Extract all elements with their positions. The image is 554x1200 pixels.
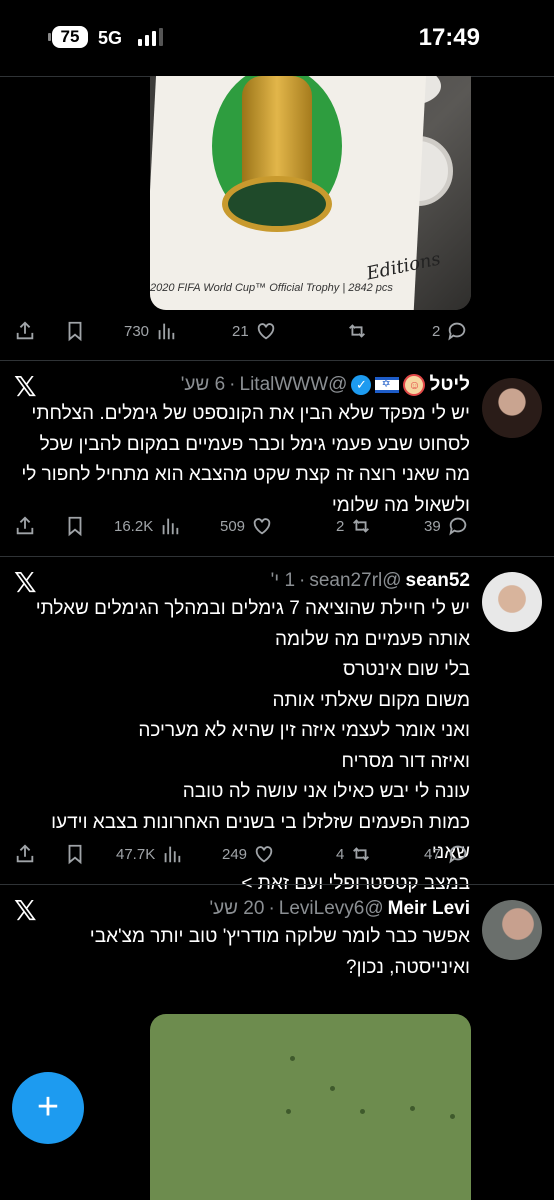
- verified-badge-icon: ✓: [351, 375, 372, 395]
- bookmark-icon: [68, 516, 82, 537]
- author-name[interactable]: Meir Levi: [388, 898, 470, 920]
- retweet-icon: [349, 324, 365, 338]
- author-handle[interactable]: @LeviLevy6: [279, 898, 384, 920]
- replies-count: 39: [424, 517, 441, 535]
- tweet-line: אותה פעמיים מה שלומה: [274, 628, 470, 650]
- status-bar: 75 5G 17:49: [0, 0, 554, 76]
- bookmark-button[interactable]: [64, 320, 86, 342]
- tweet-line: מה שאני רוצה זה קצת שקט מהצבא הוא מתחיל …: [21, 464, 470, 485]
- separator-dot: ·: [299, 570, 306, 591]
- tweet-actions: 730 21 2: [14, 320, 474, 346]
- author-name[interactable]: ליטל: [429, 374, 470, 396]
- reply-button[interactable]: 39: [424, 515, 469, 537]
- retweet-button[interactable]: 2: [336, 515, 372, 537]
- likes-count: 249: [222, 845, 248, 863]
- replies-count: 47: [424, 845, 441, 863]
- tweet-line: ואיזה דור מסריח: [341, 750, 470, 772]
- views-count: 16.2K: [114, 517, 154, 535]
- tweet-actions: 16.2K 509 2 39: [14, 515, 474, 541]
- heart-icon: [253, 518, 271, 535]
- replies-count: 2: [432, 322, 441, 340]
- tweet-header: Meir Levi @LeviLevy6 · 20 שע': [209, 898, 470, 920]
- clown-emoji-icon: ☺: [403, 374, 426, 396]
- avatar[interactable]: [482, 900, 542, 960]
- bookmark-icon: [68, 844, 82, 865]
- signal-icon: [138, 28, 163, 46]
- share-icon: [16, 844, 34, 863]
- network-label: 5G: [98, 28, 123, 48]
- avatar[interactable]: [482, 572, 542, 632]
- retweet-icon: [353, 519, 370, 533]
- tweet-line: יש לי חיילת שהוציאה 7 גימלים ובמהלך הגימ…: [35, 598, 470, 619]
- bookmark-button[interactable]: [64, 515, 86, 537]
- views-icon: [162, 518, 179, 535]
- views-button[interactable]: 47.7K: [116, 843, 183, 865]
- battery-indicator: 75: [48, 26, 88, 48]
- heart-icon: [257, 323, 274, 340]
- tweet-time[interactable]: 6 שע': [181, 374, 225, 396]
- like-button[interactable]: 249: [222, 843, 275, 865]
- compose-button[interactable]: +: [12, 1072, 84, 1144]
- share-icon: [16, 516, 34, 535]
- views-count: 47.7K: [116, 845, 156, 863]
- retweet-button[interactable]: [340, 320, 368, 342]
- retweets-count: 4: [336, 845, 345, 863]
- tweet-line: אפשר כבר לומר שלוקה מודריץ' טוב יותר מצ'…: [89, 926, 470, 947]
- reply-icon: [448, 322, 466, 341]
- tweet-time[interactable]: 20 שע': [209, 898, 264, 920]
- like-button[interactable]: 509: [220, 515, 273, 537]
- tweet-header: sean52 @sean27rl · 1 י': [271, 570, 470, 592]
- bookmark-icon: [68, 321, 82, 342]
- views-icon: [158, 323, 175, 340]
- tweet-line: ואינייסטה, נכון?: [346, 956, 470, 978]
- retweet-button[interactable]: 4: [336, 843, 372, 865]
- tweet-line: יש לי מפקד שלא הבין את הקונספט של גימלים…: [31, 403, 470, 424]
- tweet-text: אפשר כבר לומר שלוקה מודריץ' טוב יותר מצ'…: [10, 922, 470, 983]
- retweet-icon: [353, 847, 370, 861]
- like-button[interactable]: 21: [232, 320, 277, 342]
- clock: 17:49: [418, 24, 480, 51]
- reply-icon: [448, 845, 466, 864]
- tweet-line: בלי שום אינטרס: [343, 659, 470, 680]
- likes-count: 21: [232, 322, 249, 340]
- views-count: 730: [124, 322, 150, 340]
- views-icon: [164, 846, 181, 863]
- views-button[interactable]: 16.2K: [114, 515, 181, 537]
- heart-icon: [255, 846, 273, 863]
- views-button[interactable]: 730: [124, 320, 177, 342]
- image-caption: 2020 FIFA World Cup™ Official Trophy | 2…: [150, 282, 393, 294]
- author-handle[interactable]: @sean27rl: [309, 570, 401, 592]
- tweet-time[interactable]: 1 י': [271, 570, 295, 592]
- separator-dot: ·: [268, 898, 275, 919]
- avatar[interactable]: [482, 378, 542, 438]
- tweet-image-football-pitch[interactable]: [150, 1014, 471, 1200]
- share-icon: [16, 321, 34, 340]
- author-name[interactable]: sean52: [406, 570, 470, 592]
- separator-dot: ·: [229, 374, 236, 395]
- tweet-line: משום מקום שאלתי אותה: [272, 689, 471, 711]
- tweet-image-trophy-box[interactable]: 2020 FIFA World Cup™ Official Trophy | 2…: [150, 76, 471, 310]
- tweet-text: יש לי מפקד שלא הבין את הקונספט של גימלים…: [10, 399, 470, 521]
- tweet-line: לסחוט שבע פעמי גימל וכבר פעמיים במקום לה…: [39, 433, 470, 455]
- reply-button[interactable]: 47: [424, 843, 469, 865]
- tweet[interactable]: 𝕏 sean52 @sean27rl · 1 י' יש לי חיילת שה…: [0, 556, 554, 894]
- israel-flag-icon: [375, 377, 400, 393]
- bookmark-button[interactable]: [64, 843, 86, 865]
- likes-count: 509: [220, 517, 246, 535]
- retweets-count: 2: [336, 517, 345, 535]
- reply-button[interactable]: 2: [432, 320, 468, 342]
- author-handle[interactable]: @LitalWWW: [240, 374, 348, 396]
- share-button[interactable]: [14, 843, 36, 865]
- share-button[interactable]: [14, 320, 36, 342]
- tweet-header: ליטל ☺ ✓ @LitalWWW · 6 שע': [181, 374, 470, 396]
- share-button[interactable]: [14, 515, 36, 537]
- tweet-line: ואני אומר לעצמי איזה זין שהיא לא מעריכה: [138, 720, 470, 741]
- tweet-actions: 47.7K 249 4 47: [14, 843, 474, 869]
- tweet-line: עונה לי יבש כאילו אני עושה לה טובה: [182, 781, 470, 802]
- reply-icon: [448, 517, 466, 536]
